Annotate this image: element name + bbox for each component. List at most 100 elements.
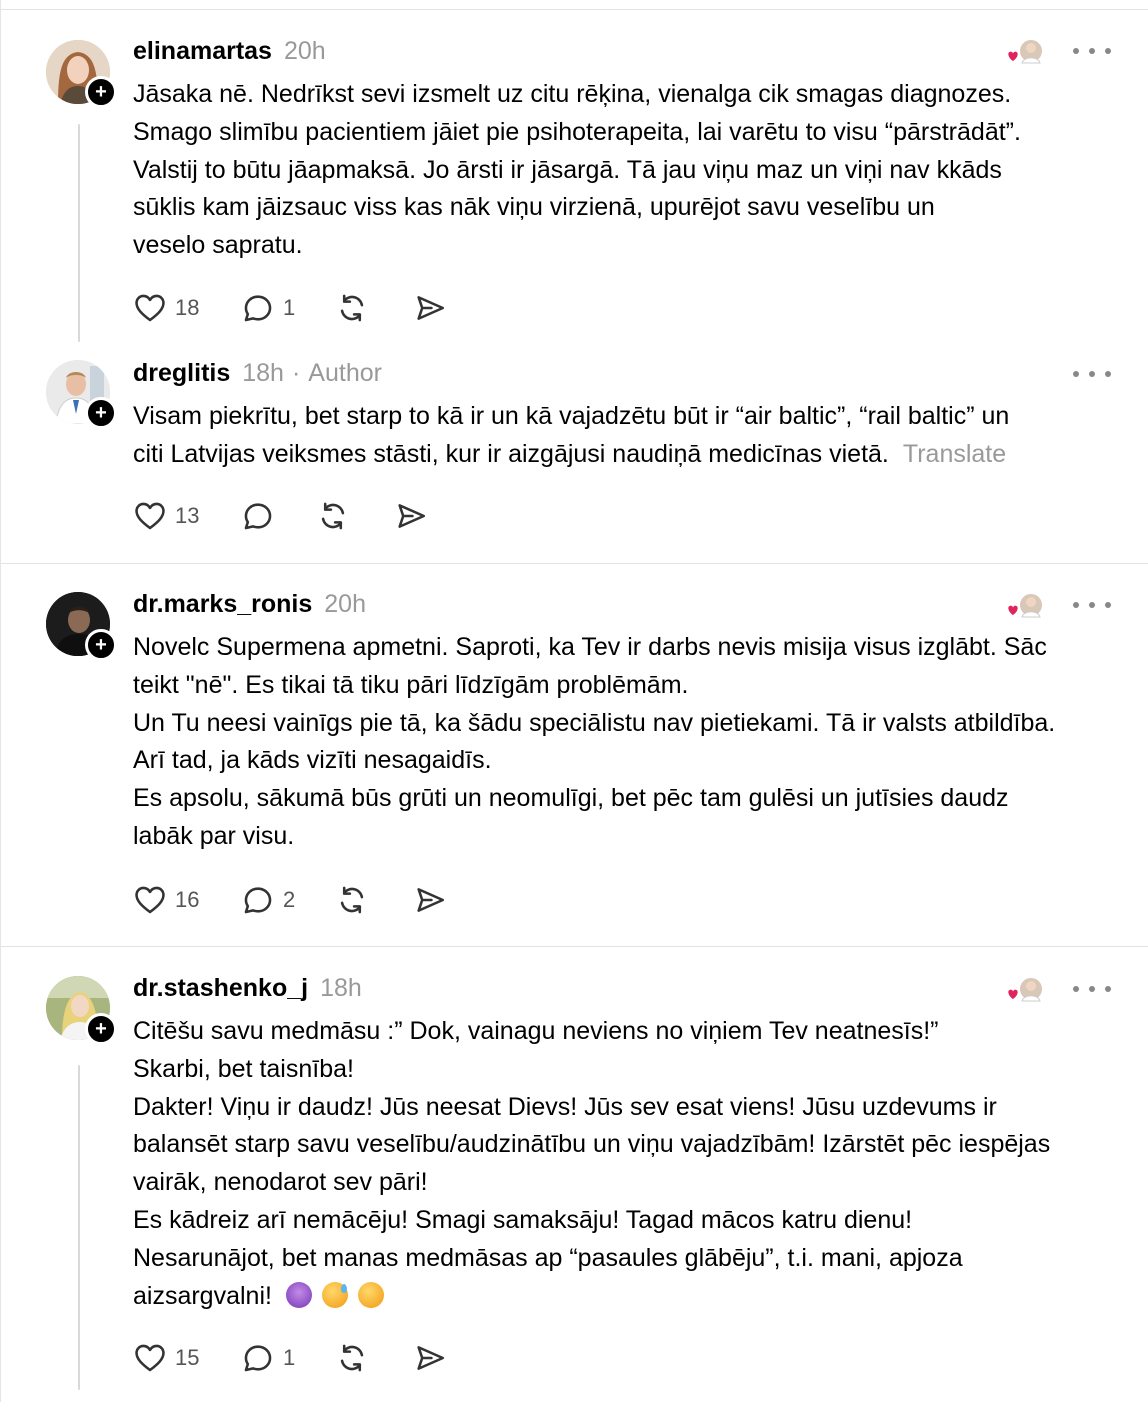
follow-plus-button[interactable]: + — [85, 76, 117, 108]
liked-by-author-icon — [1005, 36, 1047, 68]
grinning-emoji — [357, 1281, 384, 1308]
reply-count: 2 — [283, 887, 296, 912]
post-text-line: Es apsolu, sākumā būs grūti un neomulīgi… — [133, 784, 1009, 813]
share-button[interactable] — [394, 496, 428, 536]
reply-count: 1 — [283, 295, 296, 320]
like-count: 15 — [175, 1345, 200, 1370]
liked-by-author-icon — [1005, 590, 1047, 622]
comment-icon — [244, 887, 272, 914]
heart-icon — [135, 886, 165, 914]
more-options-button[interactable] — [1073, 44, 1111, 58]
post-text-line: Visam piekrītu, bet starp to kā ir un kā… — [133, 402, 1010, 430]
like-button[interactable]: 16 — [133, 880, 199, 920]
post-text-line: Smago slimību pacientiem jāiet pie psiho… — [133, 117, 1021, 146]
send-icon — [417, 1346, 445, 1370]
repost-button[interactable] — [335, 880, 369, 920]
reply-button[interactable]: 1 — [241, 1338, 295, 1378]
send-icon — [398, 504, 426, 528]
reply-button[interactable]: 2 — [241, 880, 295, 920]
share-button[interactable] — [413, 288, 447, 328]
post-text-line: teikt "nē". Es tikai tā tiku pāri līdzīg… — [133, 670, 689, 699]
comment-icon — [244, 503, 272, 530]
timestamp: 18h — [242, 359, 284, 387]
post-text-line: Novelc Supermena apmetni. Saproti, ka Te… — [133, 633, 1047, 661]
post-text-line: Jāsaka nē. Nedrīkst sevi izsmelt uz citu… — [133, 80, 1012, 108]
like-button[interactable]: 13 — [133, 496, 199, 536]
post-header: dr.stashenko_j 18h — [133, 974, 362, 1003]
repost-button[interactable] — [335, 288, 369, 328]
post-text-line: Citēšu savu medmāsu :” Dok, vainagu nevi… — [133, 1017, 939, 1045]
more-options-button[interactable] — [1073, 598, 1111, 612]
comment-icon — [244, 1345, 272, 1372]
share-button[interactable] — [413, 1338, 447, 1378]
send-icon — [417, 296, 445, 320]
heart-icon — [135, 502, 165, 530]
like-count: 18 — [175, 295, 200, 320]
post-text-line: Nesarunājot, bet manas medmāsas ap “pasa… — [133, 1243, 963, 1272]
post-header: dreglitis 18h · Author — [133, 359, 382, 388]
more-options-button[interactable] — [1073, 367, 1111, 381]
post-text-line: sūklis kam jāizsauc viss kas nāk viņu vi… — [133, 193, 935, 222]
reply-count: 1 — [283, 1345, 296, 1370]
post-divider — [1, 946, 1148, 947]
follow-plus-button[interactable]: + — [85, 629, 117, 661]
username[interactable]: dreglitis — [133, 359, 230, 388]
reply-button[interactable]: 1 — [241, 288, 295, 328]
person-shrugging-emoji — [285, 1281, 312, 1308]
heart-icon — [135, 294, 165, 322]
like-button[interactable]: 15 — [133, 1338, 199, 1378]
post-text-line: labāk par visu. — [133, 821, 295, 850]
post-text-line: aizsargvalni! — [133, 1278, 1123, 1316]
timestamp: 18h — [320, 974, 362, 1002]
like-button[interactable]: 18 — [133, 288, 199, 328]
repost-button[interactable] — [335, 1338, 369, 1378]
share-button[interactable] — [413, 880, 447, 920]
post-text-line: balansēt starp savu veselību/audzinātību… — [133, 1130, 1051, 1159]
grinning-sweat-emoji — [321, 1281, 348, 1308]
reply-button[interactable] — [241, 496, 275, 536]
post-text-line: Un Tu neesi vainīgs pie tā, ka šādu spec… — [133, 708, 1056, 737]
like-count: 16 — [175, 887, 200, 912]
thread-connector-line — [78, 124, 80, 342]
post-text-line-content: aizsargvalni! — [133, 1281, 272, 1310]
username[interactable]: dr.marks_ronis — [133, 590, 312, 619]
post-text-line: Skarbi, bet taisnība! — [133, 1054, 354, 1083]
post-text: Citēšu savu medmāsu :” Dok, vainagu nevi… — [133, 1013, 1123, 1315]
repost-icon — [340, 294, 364, 322]
post-text: Visam piekrītu, bet starp to kā ir un kā… — [133, 398, 1123, 474]
separator-dot: · — [291, 359, 301, 387]
repost-button[interactable] — [316, 496, 350, 536]
like-count: 13 — [175, 503, 200, 528]
post-text-line: citi Latvijas veiksmes stāsti, kur ir ai… — [133, 436, 1123, 474]
repost-icon — [321, 502, 345, 530]
post-text-line: Valstij to būtu jāapmaksā. Jo ārsti ir j… — [133, 155, 1002, 184]
post-text-line: vairāk, nenodarot sev pāri! — [133, 1168, 428, 1197]
post-text-line: Arī tad, ja kāds vizīti nesagaidīs. — [133, 746, 492, 775]
liked-by-author-icon — [1005, 974, 1047, 1006]
post-header: dr.marks_ronis 20h — [133, 590, 366, 619]
repost-icon — [340, 886, 364, 914]
post-text-line: Dakter! Viņu ir daudz! Jūs neesat Dievs!… — [133, 1092, 997, 1121]
post-text-line-content: citi Latvijas veiksmes stāsti, kur ir ai… — [133, 439, 889, 468]
heart-icon — [135, 1344, 165, 1372]
post-header: elinamartas 20h — [133, 37, 326, 66]
repost-icon — [340, 1344, 364, 1372]
username[interactable]: dr.stashenko_j — [133, 974, 308, 1003]
username[interactable]: elinamartas — [133, 37, 272, 66]
timestamp: 20h — [324, 590, 366, 618]
author-label: Author — [308, 359, 382, 387]
threads-replies-page: + elinamartas 20h Jāsaka nē. Nedrīkst se… — [0, 0, 1148, 1402]
more-options-button[interactable] — [1073, 982, 1111, 996]
post-text: Jāsaka nē. Nedrīkst sevi izsmelt uz citu… — [133, 76, 1123, 265]
comment-icon — [244, 295, 272, 322]
thread-connector-line — [78, 1065, 80, 1390]
follow-plus-button[interactable]: + — [85, 397, 117, 429]
post-text-line: Es kādreiz arī nemācēju! Smagi samaksāju… — [133, 1205, 913, 1234]
post-divider — [1, 563, 1148, 564]
post-text: Novelc Supermena apmetni. Saproti, ka Te… — [133, 629, 1123, 856]
top-divider — [1, 9, 1148, 10]
translate-link[interactable]: Translate — [903, 440, 1006, 468]
send-icon — [417, 888, 445, 912]
follow-plus-button[interactable]: + — [85, 1013, 117, 1045]
post-text-line: veselo sapratu. — [133, 231, 303, 260]
